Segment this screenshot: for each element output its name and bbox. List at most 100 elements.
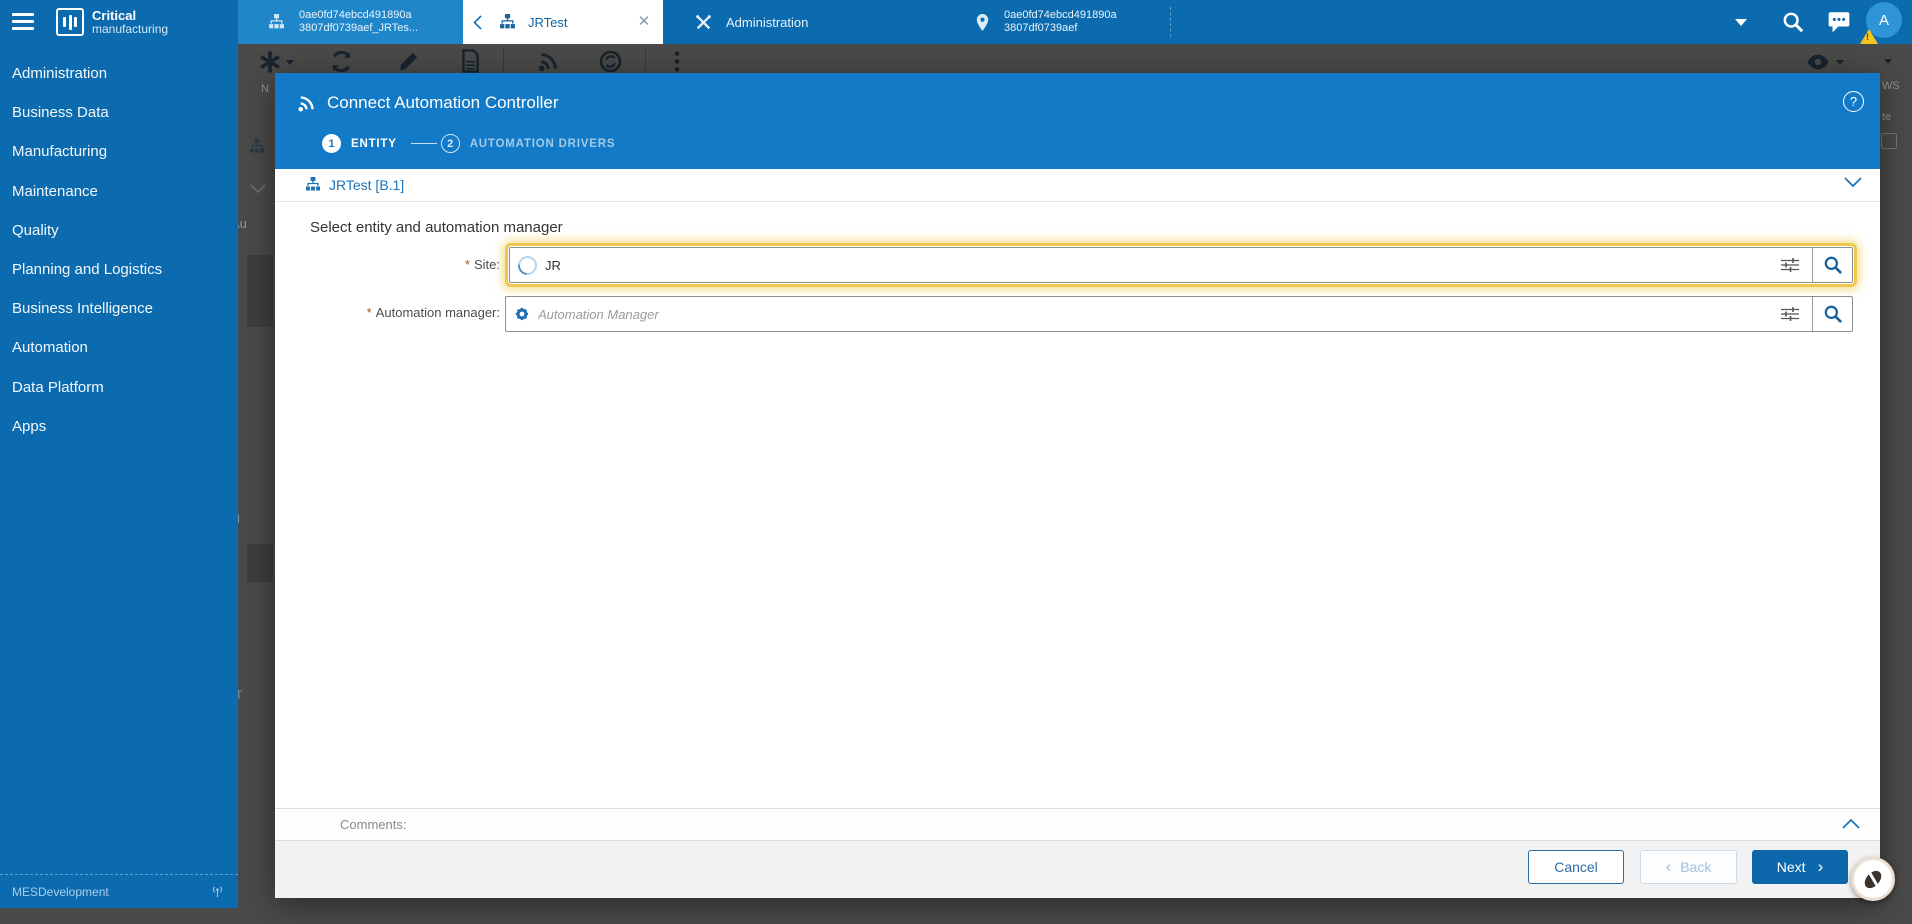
tab-label-line1: 0ae0fd74ebcd491890a: [1004, 9, 1117, 21]
automation-manager-input[interactable]: [538, 297, 1780, 331]
environment-bar: MESDevelopment: [0, 874, 238, 908]
tab-administration[interactable]: Administration: [665, 0, 950, 44]
assistant-fab-button[interactable]: [1851, 857, 1895, 901]
sidebar-item-administration[interactable]: Administration: [0, 54, 238, 93]
site-input[interactable]: [545, 248, 1780, 282]
right-fragment-text: te: [1882, 111, 1892, 123]
sidebar-item-data-platform[interactable]: Data Platform: [0, 368, 238, 407]
dialog-title: Connect Automation Controller: [327, 93, 559, 112]
environment-name: MESDevelopment: [12, 884, 109, 899]
step-label: AUTOMATION DRIVERS: [469, 137, 616, 150]
tab-label-line1: 0ae0fd74ebcd491890a: [299, 9, 412, 21]
comments-label: Comments:: [340, 817, 407, 832]
search-icon[interactable]: [1812, 248, 1852, 282]
gear-icon: [514, 306, 530, 322]
assistant-logo-icon: [1861, 867, 1885, 891]
tab-entity-instance-2[interactable]: 0ae0fd74ebcd491890a 3807df0739aef: [950, 0, 1170, 44]
chevron-left-icon: ‹: [1665, 857, 1672, 876]
required-asterisk: *: [464, 257, 470, 272]
broadcast-icon: [297, 93, 317, 113]
caret-down-icon: [1884, 59, 1892, 64]
right-fragment-text: WS: [1882, 80, 1900, 92]
antenna-icon: [211, 885, 224, 898]
tools-icon: [695, 14, 712, 31]
main-sidebar: Administration Business Data Manufacturi…: [0, 44, 238, 908]
tabs-dropdown-caret[interactable]: [1724, 5, 1758, 39]
top-bar: Critical manufacturing 0ae0fd74ebcd49189…: [0, 0, 1912, 44]
step-connector: [410, 143, 437, 144]
sidebar-item-automation[interactable]: Automation: [0, 328, 238, 367]
dialog-footer: Cancel ‹ Back Next ›: [275, 841, 1880, 898]
chevron-down-icon[interactable]: [1844, 177, 1862, 188]
help-icon[interactable]: ?: [1843, 91, 1864, 112]
chevron-down-icon: [250, 184, 266, 194]
tab-divider: [1170, 7, 1171, 37]
sidebar-item-apps[interactable]: Apps: [0, 407, 238, 446]
required-asterisk: *: [366, 305, 372, 320]
entity-icon: [268, 13, 285, 31]
broadcast-icon: [537, 50, 560, 73]
toolbar-divider: [503, 48, 504, 74]
sidebar-item-maintenance[interactable]: Maintenance: [0, 172, 238, 211]
filter-options-icon[interactable]: [1780, 306, 1800, 322]
dialog-header: Connect Automation Controller ? 1 ENTITY…: [275, 73, 1880, 169]
entity-icon: [499, 13, 516, 31]
toolbar-divider: [645, 48, 646, 74]
back-button[interactable]: ‹ Back: [1640, 850, 1737, 884]
entity-icon: [305, 177, 321, 193]
comments-section[interactable]: Comments:: [275, 808, 1880, 841]
close-icon[interactable]: ✕: [635, 13, 653, 31]
tab-label: Administration: [726, 14, 809, 30]
step-label: ENTITY: [351, 137, 397, 150]
site-field-label: * Site:: [464, 257, 500, 272]
automation-manager-field-label: * Automation manager:: [366, 305, 500, 320]
search-icon[interactable]: [1812, 297, 1852, 331]
background-icon-box: [1881, 133, 1897, 149]
sidebar-item-planning-and-logistics[interactable]: Planning and Logistics: [0, 250, 238, 289]
document-icon: [459, 49, 482, 73]
auto-update-icon: [599, 50, 622, 73]
tab-jrtest-active[interactable]: JRTest ✕: [463, 0, 663, 44]
dialog-instruction: Select entity and automation manager: [310, 219, 563, 236]
wizard-step-automation-drivers[interactable]: 2 AUTOMATION DRIVERS: [440, 134, 616, 153]
caret-down-icon: [1836, 60, 1844, 65]
eye-icon: [1806, 53, 1830, 71]
cancel-button[interactable]: Cancel: [1528, 850, 1624, 884]
entity-icon: [249, 139, 265, 155]
site-field-focus-ring: [505, 243, 1857, 287]
sidebar-item-business-intelligence[interactable]: Business Intelligence: [0, 289, 238, 328]
edit-pencil-icon: [397, 50, 420, 73]
logo-line1: Critical: [92, 7, 137, 23]
search-icon[interactable]: [1776, 5, 1810, 39]
tab-label-line2: 3807df0739aef_JRTes...: [299, 22, 419, 34]
new-asterisk-icon: [258, 50, 282, 74]
more-vertical-icon: [671, 50, 683, 73]
tab-label: JRTest: [528, 14, 568, 30]
step-number: 1: [322, 134, 341, 153]
automation-manager-field[interactable]: [505, 296, 1853, 332]
background-thumbnail: [247, 544, 273, 582]
sidebar-item-quality[interactable]: Quality: [0, 211, 238, 250]
hamburger-menu-icon[interactable]: [12, 13, 34, 31]
sidebar-item-manufacturing[interactable]: Manufacturing: [0, 132, 238, 171]
site-field[interactable]: [509, 247, 1853, 283]
connect-automation-controller-dialog: Connect Automation Controller ? 1 ENTITY…: [275, 73, 1880, 898]
app-logo: Critical manufacturing: [56, 8, 168, 36]
sidebar-item-business-data[interactable]: Business Data: [0, 93, 238, 132]
warning-badge-icon[interactable]: [1860, 29, 1878, 44]
refresh-icon: [330, 50, 353, 73]
caret-down-icon: [286, 60, 294, 65]
chevron-up-icon[interactable]: [1842, 818, 1860, 829]
wizard-step-entity[interactable]: 1 ENTITY: [322, 134, 397, 153]
loading-spinner-icon: [514, 251, 541, 279]
tab-label-line2: 3807df0739aef: [1004, 22, 1078, 34]
entity-header-row[interactable]: JRTest [B.1]: [275, 169, 1880, 202]
entity-header-label: JRTest [B.1]: [329, 177, 405, 193]
filter-options-icon[interactable]: [1780, 257, 1800, 273]
location-pin-icon: [975, 13, 990, 32]
chevron-left-icon[interactable]: [473, 14, 491, 30]
tab-entity-instance[interactable]: 0ae0fd74ebcd491890a 3807df0739aef_JRTes.…: [238, 0, 463, 44]
next-button[interactable]: Next ›: [1752, 850, 1848, 884]
toolbar-label-fragment: N: [261, 83, 269, 95]
messages-icon[interactable]: [1822, 5, 1856, 39]
